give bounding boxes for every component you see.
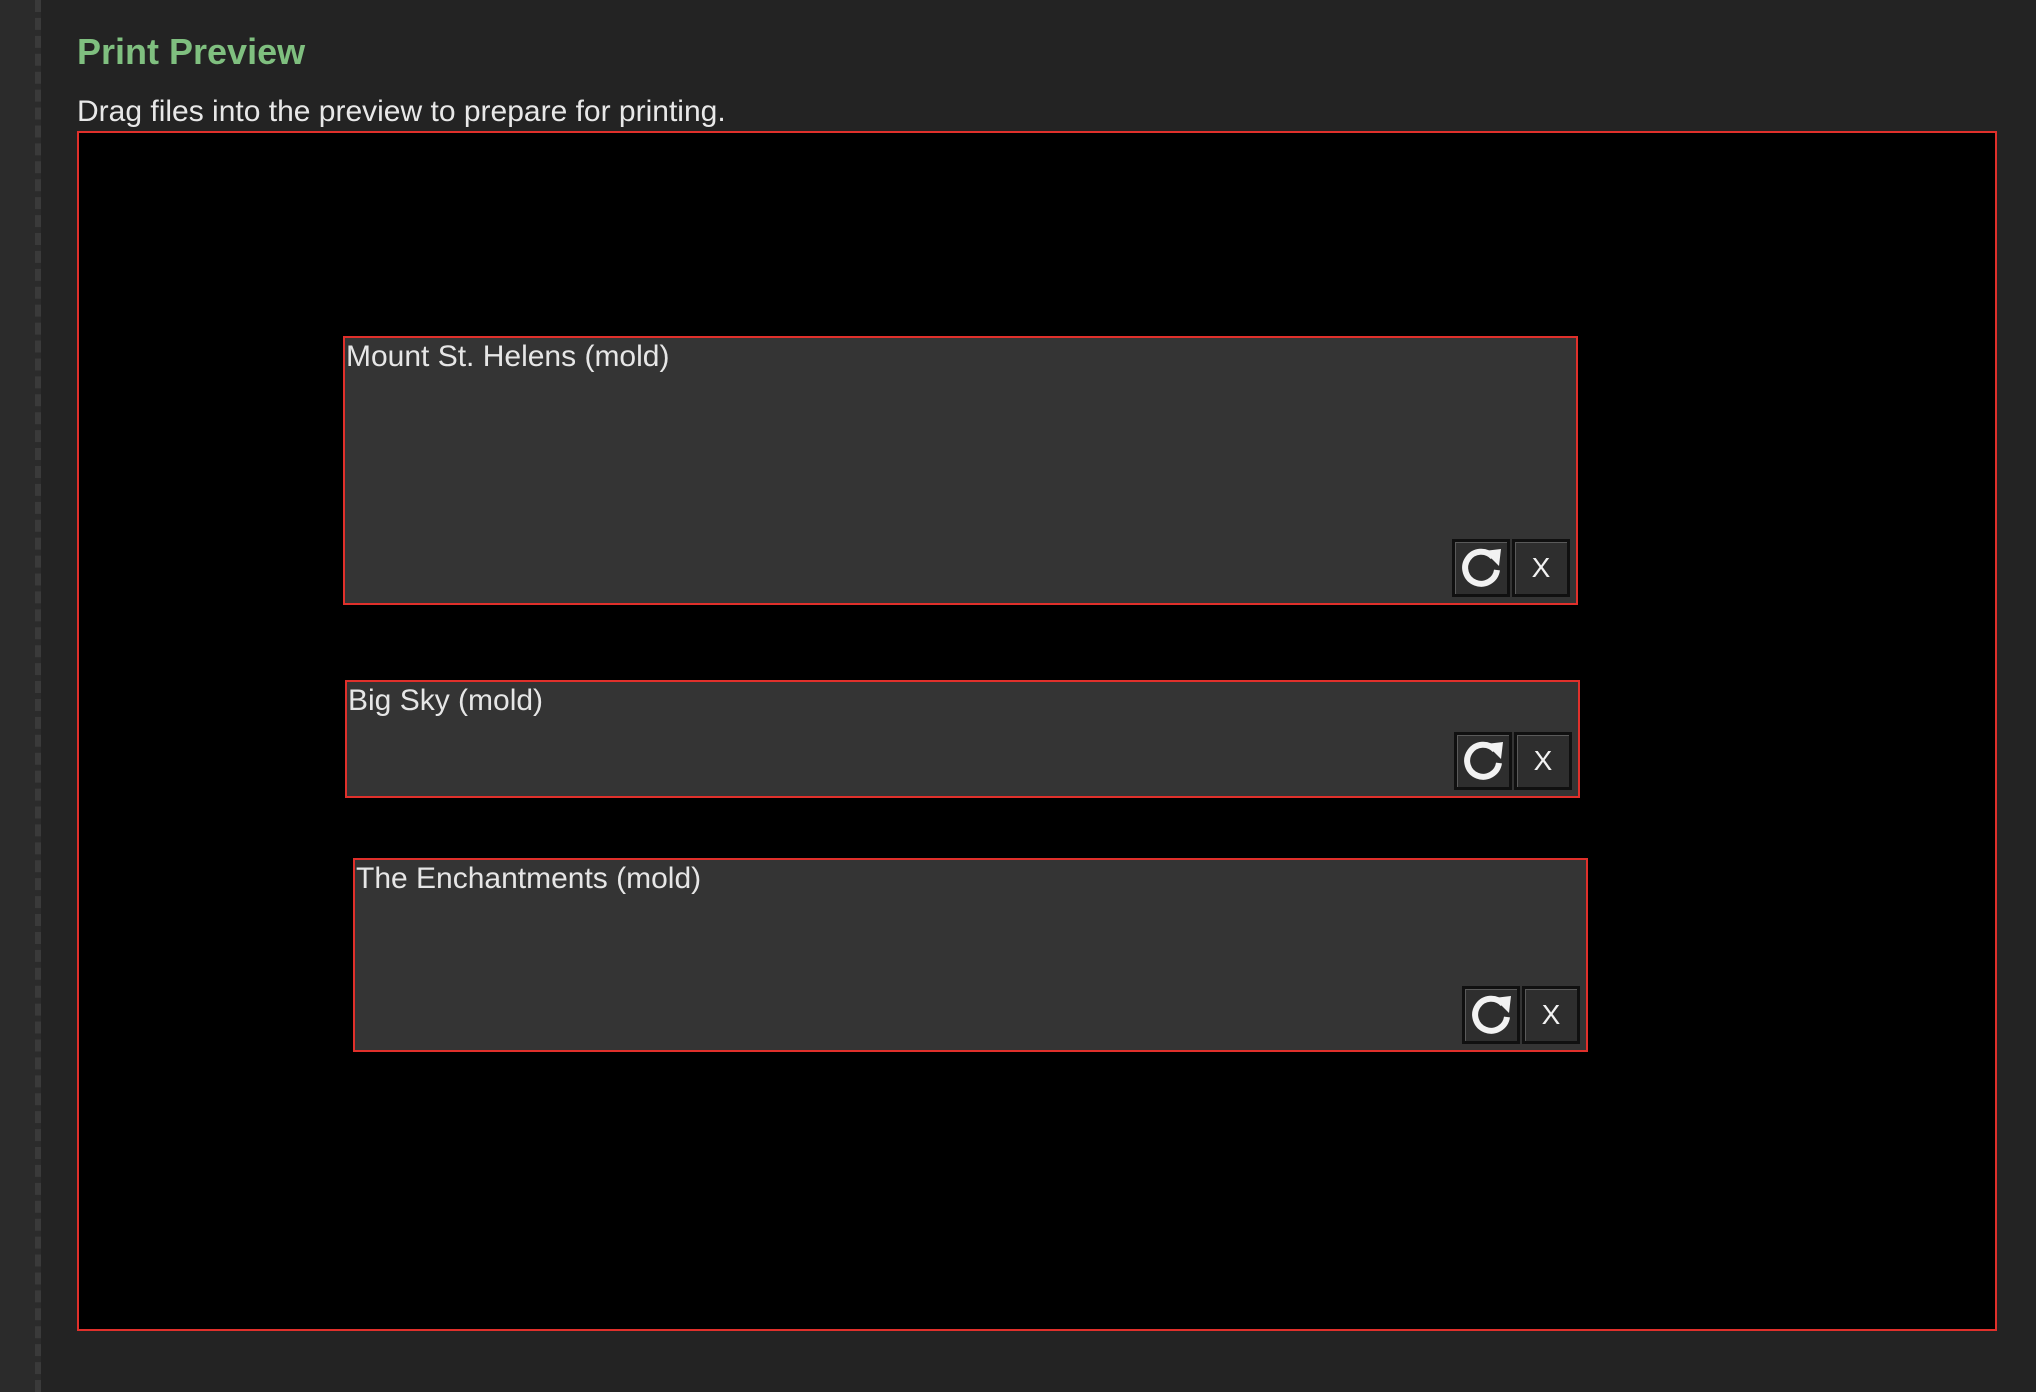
print-preview-dropzone[interactable]: Mount St. Helens (mold) X Big Sky (mold)… xyxy=(77,131,1997,1331)
preview-item-card[interactable]: Mount St. Helens (mold) X xyxy=(343,336,1578,605)
preview-item-title: The Enchantments (mold) xyxy=(356,862,702,895)
rotate-button[interactable] xyxy=(1462,986,1520,1044)
rotate-button[interactable] xyxy=(1452,539,1510,597)
rotate-button[interactable] xyxy=(1454,732,1512,790)
left-sidebar-rail xyxy=(0,0,41,1392)
page-instructions: Drag files into the preview to prepare f… xyxy=(77,95,726,128)
remove-button[interactable]: X xyxy=(1514,732,1572,790)
preview-item-actions: X xyxy=(1454,732,1572,790)
preview-item-card[interactable]: Big Sky (mold) X xyxy=(345,680,1580,798)
preview-item-title: Mount St. Helens (mold) xyxy=(346,340,670,373)
rotate-clockwise-icon xyxy=(1472,995,1511,1034)
remove-button[interactable]: X xyxy=(1522,986,1580,1044)
rotate-clockwise-icon xyxy=(1462,548,1501,587)
preview-item-card[interactable]: The Enchantments (mold) X xyxy=(353,858,1588,1052)
preview-item-title: Big Sky (mold) xyxy=(348,684,544,717)
page-title: Print Preview xyxy=(77,31,306,72)
remove-button[interactable]: X xyxy=(1512,539,1570,597)
preview-item-actions: X xyxy=(1452,539,1570,597)
preview-item-actions: X xyxy=(1462,986,1580,1044)
rotate-clockwise-icon xyxy=(1464,741,1503,780)
